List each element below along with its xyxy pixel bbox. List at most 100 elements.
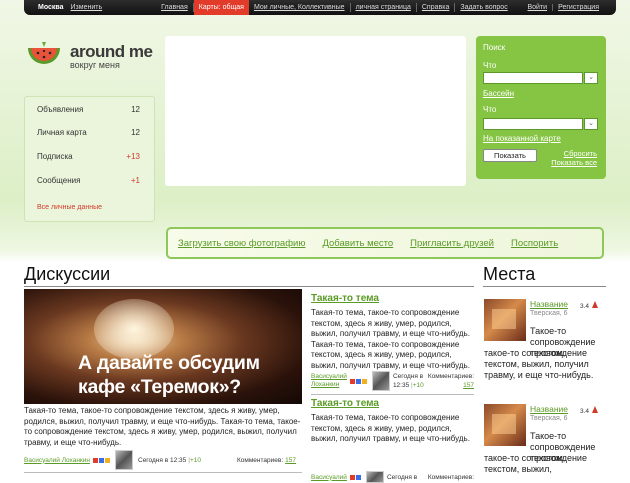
badge-icon xyxy=(93,457,98,463)
reset-link[interactable]: Сбросить xyxy=(564,149,597,158)
personal-menu: Объявления 12 Личная карта 12 Подписка +… xyxy=(24,96,155,222)
featured-headline-2: кафе «Теремок»? xyxy=(78,376,241,398)
search-what-input-2[interactable] xyxy=(483,118,583,130)
topic-title-link[interactable]: Такая-то тема xyxy=(311,293,379,304)
change-city-link[interactable]: Изменить xyxy=(71,4,103,11)
author-link[interactable]: Васисуалий Лоханкин xyxy=(311,373,347,389)
invite-friends-link[interactable]: Пригласить друзей xyxy=(410,238,494,249)
badge-icon xyxy=(349,474,355,480)
upload-photo-link[interactable]: Загрузить свою фотографию xyxy=(178,238,305,249)
menu-item-label: Подписка xyxy=(37,152,73,161)
menu-item-subscription[interactable]: Подписка +13 xyxy=(37,152,140,161)
search-panel: Поиск Что ⌄ Бассейн Что ⌄ На показанной … xyxy=(476,36,606,179)
avatar[interactable] xyxy=(115,450,133,470)
places-divider xyxy=(483,286,606,287)
menu-item-label: Объявления xyxy=(37,105,84,114)
topic-title-link[interactable]: Такая-то тема xyxy=(311,398,379,409)
argue-link[interactable]: Поспорить xyxy=(511,238,558,249)
watermelon-rating-icon xyxy=(592,406,598,413)
menu-item-ads[interactable]: Объявления 12 xyxy=(37,105,140,114)
nav-my-maps-link[interactable]: Мои личные, Коллективные xyxy=(249,3,351,12)
badge-icon xyxy=(355,378,361,384)
places-heading: Места xyxy=(483,264,536,284)
place-name-link[interactable]: Название xyxy=(530,299,568,309)
city-label: Москва xyxy=(38,4,64,11)
featured-discussion-image[interactable]: А давайте обсудим кафе «Теремок»? xyxy=(24,289,302,404)
add-place-link[interactable]: Добавить место xyxy=(322,238,393,249)
comments-count-link[interactable]: 157 xyxy=(285,457,296,464)
nav-maps-general-tab[interactable]: Карты: общая xyxy=(193,0,249,15)
search-what-dropdown-2[interactable]: ⌄ xyxy=(584,118,598,130)
search-what-input[interactable] xyxy=(483,72,583,84)
menu-item-count: 12 xyxy=(131,105,140,114)
badge-icon xyxy=(99,457,104,463)
topic-description: Такая-то тема, такое-то сопровождение те… xyxy=(311,413,470,443)
place-street: Тверская, 6 xyxy=(530,415,568,422)
meta-divider xyxy=(311,394,474,395)
post-time: Сегодня в xyxy=(386,473,418,481)
place-name-link[interactable]: Название xyxy=(530,404,568,414)
place-rating: 3.4 xyxy=(580,303,590,310)
auth-links: Войти Регистрация xyxy=(522,4,604,11)
badge-icon xyxy=(361,378,367,384)
nav-ask-question-link[interactable]: Задать вопрос xyxy=(455,3,512,12)
nav-home-link[interactable]: Главная xyxy=(156,3,194,12)
menu-item-personal-map[interactable]: Личная карта 12 xyxy=(37,128,140,137)
place-street: Тверская, 6 xyxy=(530,310,568,317)
chevron-down-icon: ⌄ xyxy=(588,74,594,81)
comments-count-link[interactable]: 157 xyxy=(463,382,474,389)
author-link[interactable]: Васисуалий xyxy=(311,474,347,481)
register-link[interactable]: Регистрация xyxy=(553,4,604,11)
place-photo[interactable] xyxy=(484,404,526,446)
discussions-divider xyxy=(24,286,474,287)
suggestion-link[interactable]: Бассейн xyxy=(483,89,514,98)
action-bar: Загрузить свою фотографию Добавить место… xyxy=(166,227,604,259)
comments-label: Комментариев: xyxy=(427,473,474,481)
badge-icon xyxy=(105,457,110,463)
menu-item-label: Сообщения xyxy=(37,176,81,185)
post-time: Сегодня в 12:35 xyxy=(138,456,187,464)
show-button[interactable]: Показать xyxy=(483,149,537,162)
meta-divider xyxy=(24,472,302,473)
post-time: Сегодня в 12:35 |+10 xyxy=(392,373,424,389)
login-link[interactable]: Войти xyxy=(522,4,554,11)
search-title: Поиск xyxy=(483,43,506,52)
show-all-link[interactable]: Показать все xyxy=(551,158,597,167)
avatar[interactable] xyxy=(365,471,384,483)
comments-label: Комментариев: xyxy=(236,456,284,464)
author-link[interactable]: Васисуалий Лоханкин xyxy=(24,457,90,464)
main-nav: Главная Карты: общая Мои личные, Коллект… xyxy=(156,0,513,15)
on-shown-map-link[interactable]: На показанной карте xyxy=(483,134,561,143)
all-personal-data-link[interactable]: Все личные данные xyxy=(37,204,102,211)
map-area[interactable] xyxy=(165,36,466,186)
place-description-cont: такое-то сопровождение текстом, выжил, п… xyxy=(484,348,594,380)
menu-item-count: +13 xyxy=(126,152,140,161)
logo-title: around me xyxy=(70,41,153,61)
watermelon-logo-icon xyxy=(28,42,60,64)
nav-help-link[interactable]: Справка xyxy=(417,3,456,12)
topic-meta: Васисуалий Лоханкин Сегодня в 12:35 |+10 К… xyxy=(311,371,474,391)
search-what-dropdown[interactable]: ⌄ xyxy=(584,72,598,84)
featured-description: Такая-то тема, такое-то сопровождение те… xyxy=(24,406,301,447)
place-description-cont: такое-то сопровождение текстом, выжил, xyxy=(484,453,587,474)
comments-info: Комментариев: 157 xyxy=(427,373,474,389)
place-photo[interactable] xyxy=(484,299,526,341)
chevron-down-icon: ⌄ xyxy=(588,120,594,127)
nav-personal-page-link[interactable]: личная страница xyxy=(351,3,417,12)
menu-item-label: Личная карта xyxy=(37,128,87,137)
featured-headline-1: А давайте обсудим xyxy=(78,352,260,374)
what-label: Что xyxy=(483,105,497,114)
top-navigation-bar: Москва Изменить Главная Карты: общая Мои… xyxy=(24,0,616,15)
badge-icon xyxy=(355,474,361,480)
menu-item-messages[interactable]: Сообщения +1 xyxy=(37,176,140,185)
site-logo[interactable]: around me вокруг меня xyxy=(24,38,153,74)
discussions-heading: Дискуссии xyxy=(24,264,111,284)
avatar[interactable] xyxy=(371,371,390,391)
logo-subtitle: вокруг меня xyxy=(70,59,120,70)
featured-meta: Васисуалий Лоханкин Сегодня в 12:35 | +1… xyxy=(24,450,302,470)
watermelon-rating-icon xyxy=(592,301,598,308)
menu-item-count: +1 xyxy=(130,176,140,185)
menu-item-count: 12 xyxy=(131,128,140,137)
image-highlight xyxy=(94,299,174,359)
what-label: Что xyxy=(483,61,497,70)
